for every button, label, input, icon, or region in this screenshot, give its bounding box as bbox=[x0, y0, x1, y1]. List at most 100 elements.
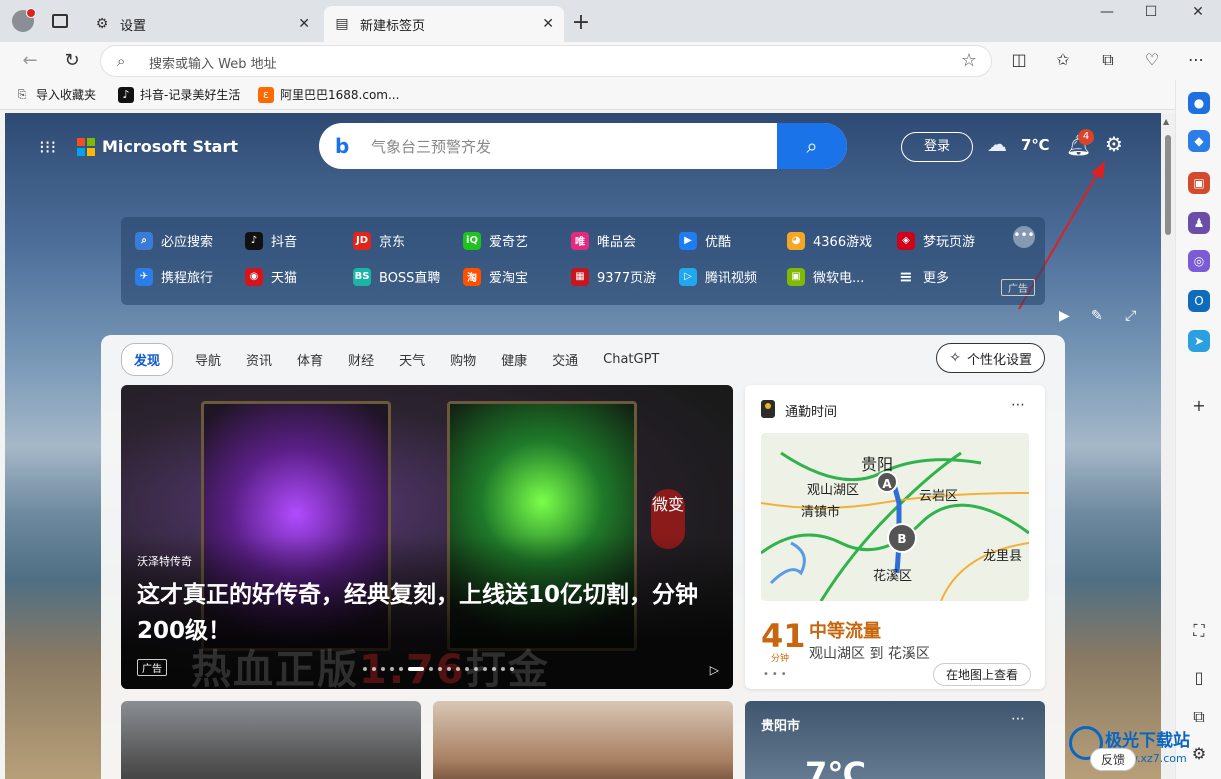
scroll-up-icon[interactable]: ▲ bbox=[1163, 117, 1169, 126]
news-card[interactable] bbox=[433, 701, 733, 779]
sidebar-toggle-icon[interactable]: ▯ bbox=[1188, 666, 1210, 688]
toolbar: ← ↻ ⌕ 搜索或输入 Web 地址 ☆ ◫ ✩ ⧉ ♡ ⋯ bbox=[0, 42, 1221, 80]
games-icon[interactable]: ♟ bbox=[1188, 212, 1210, 234]
more-menu-icon[interactable]: ⋯ bbox=[1184, 50, 1208, 69]
feed-tab-news[interactable]: 资讯 bbox=[246, 350, 272, 369]
quick-link[interactable]: ◉ 天猫 bbox=[245, 267, 297, 286]
view-on-map-button[interactable]: 在地图上查看 bbox=[932, 663, 1031, 686]
quick-link-label: 唯品会 bbox=[597, 235, 637, 250]
quick-link[interactable]: ▦ 9377页游 bbox=[571, 267, 656, 286]
tag-icon[interactable]: ◆ bbox=[1188, 130, 1210, 152]
hero-headline[interactable]: 这才真正的好传奇，经典复刻，上线送10亿切割，分钟200级！ bbox=[137, 577, 717, 649]
play-icon[interactable]: ▶ bbox=[1059, 308, 1070, 324]
feed-tab-health[interactable]: 健康 bbox=[501, 350, 527, 369]
window-close-button[interactable]: ✕ bbox=[1183, 4, 1213, 20]
quick-link-label: 4366游戏 bbox=[813, 235, 873, 250]
tools-icon[interactable]: ▣ bbox=[1188, 172, 1210, 194]
map-label: 清镇市 bbox=[801, 505, 841, 520]
microsoft365-icon[interactable]: ◎ bbox=[1188, 250, 1210, 272]
minimize-button[interactable]: — bbox=[1092, 4, 1122, 20]
close-icon[interactable]: ✕ bbox=[542, 16, 554, 32]
news-card[interactable] bbox=[121, 701, 421, 779]
add-icon[interactable]: + bbox=[1188, 394, 1210, 416]
quick-link[interactable]: 唯唯品会 bbox=[571, 231, 636, 250]
quick-link[interactable]: ✈ 携程旅行 bbox=[135, 267, 213, 286]
favorite-import[interactable]: ⎘ 导入收藏夹 bbox=[14, 86, 96, 103]
close-icon[interactable]: ✕ bbox=[298, 16, 310, 32]
feed-tab-weather[interactable]: 天气 bbox=[399, 350, 425, 369]
gear-icon: ⚙ bbox=[95, 16, 109, 32]
quick-links-more-button[interactable]: ••• bbox=[1013, 226, 1035, 248]
feed-tab-finance[interactable]: 财经 bbox=[348, 350, 374, 369]
favorites-icon[interactable]: ✩ bbox=[1051, 50, 1075, 69]
quick-link[interactable]: ▣ 微软电... bbox=[787, 267, 864, 286]
hero-ad-label: 广告 bbox=[137, 659, 167, 676]
carousel-next-icon[interactable]: ▷ bbox=[710, 663, 719, 677]
quick-link[interactable]: ◈ 梦玩页游 bbox=[897, 231, 975, 250]
commute-minutes-unit: 分钟 bbox=[771, 654, 790, 664]
refresh-button[interactable]: ↻ bbox=[60, 50, 84, 71]
back-button[interactable]: ← bbox=[18, 50, 42, 71]
favorite-star-icon[interactable]: ☆ bbox=[961, 50, 977, 71]
carousel-dots[interactable] bbox=[363, 667, 519, 671]
profile-avatar[interactable] bbox=[12, 8, 36, 32]
quick-link-icon: ✈ bbox=[135, 267, 153, 286]
feed-tab-discover[interactable]: 发现 bbox=[121, 343, 174, 376]
quick-link-icon: 淘 bbox=[463, 267, 481, 286]
quick-link[interactable]: iQ 爱奇艺 bbox=[463, 231, 528, 250]
screenshot-icon[interactable]: ⛶ bbox=[1188, 620, 1210, 642]
quick-link-label: 微软电... bbox=[813, 271, 865, 286]
collections-icon[interactable]: ⧉ bbox=[1096, 50, 1120, 70]
import-icon: ⎘ bbox=[17, 87, 27, 101]
scroll-thumb[interactable] bbox=[1165, 135, 1171, 235]
quick-link[interactable]: ▶ 优酷 bbox=[679, 231, 731, 250]
traffic-map[interactable]: 贵阳 观山湖区 清镇市 云岩区 龙里县 花溪区 A B bbox=[761, 433, 1029, 601]
favorite-1688[interactable]: ε 阿里巴巴1688.com... bbox=[258, 86, 399, 103]
quick-link[interactable]: ◕ 4366游戏 bbox=[787, 231, 872, 250]
expand-icon[interactable]: ⤢ bbox=[1125, 308, 1136, 324]
quick-link[interactable]: JD 京东 bbox=[353, 231, 405, 250]
feedback-button[interactable]: 反馈 bbox=[1090, 748, 1137, 771]
tab-actions-icon[interactable] bbox=[52, 14, 68, 28]
copilot-icon[interactable]: ● bbox=[1188, 92, 1210, 114]
feed-tab-sports[interactable]: 体育 bbox=[297, 350, 323, 369]
feed-tab-chatgpt[interactable]: ChatGPT bbox=[603, 352, 659, 367]
feed-tab-nav[interactable]: 导航 bbox=[195, 350, 221, 369]
quick-link-label: 腾讯视频 bbox=[705, 271, 758, 286]
card-page-dots[interactable]: ••• bbox=[763, 669, 790, 680]
weather-temp: 7℃ bbox=[805, 755, 867, 779]
favorite-douyin[interactable]: ♪ 抖音-记录美好生活 bbox=[118, 86, 240, 103]
quick-link-label: 爱奇艺 bbox=[489, 235, 529, 250]
more-options-icon[interactable]: ⋯ bbox=[1011, 711, 1025, 727]
quick-link[interactable]: ▷ 腾讯视频 bbox=[679, 267, 757, 286]
quick-link-label: 更多 bbox=[923, 271, 950, 286]
quick-link-label: 9377页游 bbox=[597, 271, 657, 286]
hero-card[interactable]: 微变 热血正版1.76打金 沃泽特传奇 这才真正的好传奇，经典复刻，上线送10亿… bbox=[121, 385, 733, 689]
page-scrollbar[interactable]: ▲ bbox=[1161, 113, 1175, 779]
feed-tab-traffic[interactable]: 交通 bbox=[552, 350, 578, 369]
maximize-button[interactable]: ☐ bbox=[1136, 4, 1166, 20]
feed-panel: 发现 导航 资讯 体育 财经 天气 购物 健康 交通 ChatGPT ✧ 个性化… bbox=[101, 335, 1065, 779]
send-icon[interactable]: ➤ bbox=[1188, 330, 1210, 352]
tab-settings[interactable]: ⚙ 设置 ✕ bbox=[84, 6, 320, 42]
browser-essentials-icon[interactable]: ♡ bbox=[1140, 50, 1164, 69]
weather-city[interactable]: 贵阳市 bbox=[761, 715, 800, 734]
map-label: 花溪区 bbox=[873, 569, 913, 584]
quick-link[interactable]: ≡ 更多 bbox=[897, 267, 949, 286]
ad-label: 广告 bbox=[1001, 279, 1035, 296]
address-bar[interactable]: ⌕ 搜索或输入 Web 地址 ☆ bbox=[100, 45, 992, 77]
quick-link[interactable]: BS BOSS直聘 bbox=[353, 267, 440, 286]
tab-new-tab[interactable]: ▤ 新建标签页 ✕ bbox=[324, 6, 564, 42]
edit-background-icon[interactable]: ✎ bbox=[1091, 308, 1103, 324]
personalize-button[interactable]: ✧ 个性化设置 bbox=[936, 343, 1045, 373]
weather-card[interactable]: 贵阳市 ⋯ 7℃ bbox=[745, 701, 1045, 779]
feed-tab-shopping[interactable]: 购物 bbox=[450, 350, 476, 369]
split-screen-icon[interactable]: ◫ bbox=[1007, 50, 1031, 69]
more-options-icon[interactable]: ⋯ bbox=[1011, 397, 1025, 413]
outlook-icon[interactable]: O bbox=[1188, 290, 1210, 312]
quick-link-label: BOSS直聘 bbox=[379, 271, 441, 286]
quick-link[interactable]: ♪ 抖音 bbox=[245, 231, 297, 250]
new-tab-button[interactable]: + bbox=[568, 10, 594, 35]
quick-link[interactable]: 淘爱淘宝 bbox=[463, 267, 528, 286]
quick-link[interactable]: ⌕ 必应搜索 bbox=[135, 231, 213, 250]
